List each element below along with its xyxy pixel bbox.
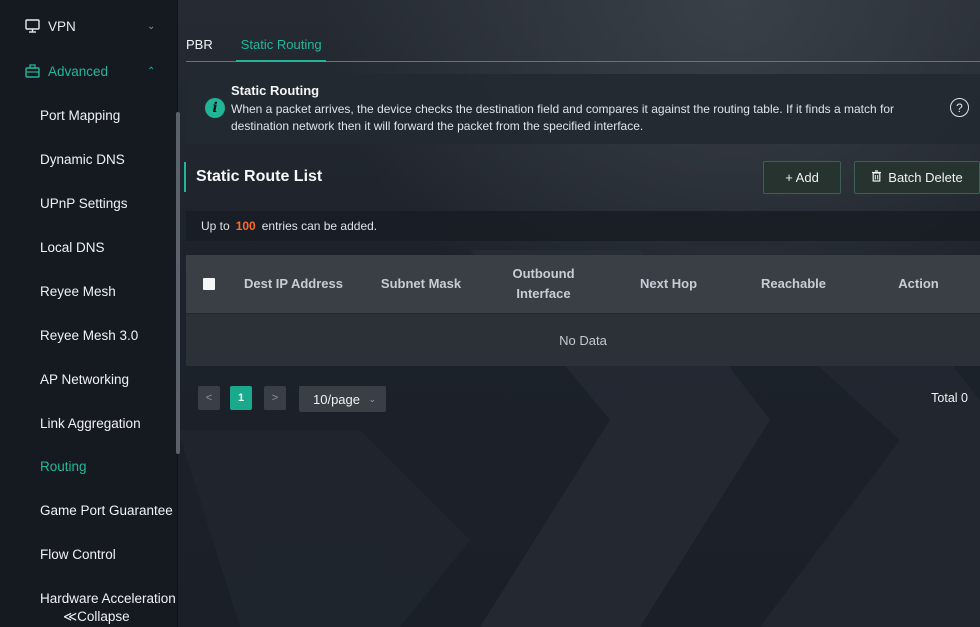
- chevron-down-icon: ⌄: [147, 20, 156, 32]
- sidebar-item-routing[interactable]: Routing: [40, 459, 175, 474]
- table-header: Dest IP Address Subnet Mask Outbound Int…: [186, 255, 980, 313]
- monitor-icon: [24, 18, 40, 34]
- info-title: Static Routing: [231, 83, 320, 98]
- column-dest-ip: Dest IP Address: [244, 276, 343, 291]
- add-button[interactable]: + Add: [763, 161, 841, 194]
- sidebar-item-hardware-acceleration[interactable]: Hardware Acceleration: [40, 591, 176, 606]
- sidebar-item-port-mapping[interactable]: Port Mapping: [40, 108, 175, 123]
- tab-pbr[interactable]: PBR: [186, 37, 213, 60]
- help-icon[interactable]: ?: [950, 98, 969, 117]
- sidebar-item-game-port-guarantee[interactable]: Game Port Guarantee: [40, 503, 175, 518]
- sidebar-item-upnp-settings[interactable]: UPnP Settings: [40, 196, 175, 211]
- briefcase-icon: [24, 63, 40, 79]
- sidebar-group-advanced[interactable]: Advanced ⌃: [0, 63, 178, 79]
- sidebar-item-ap-networking[interactable]: AP Networking: [40, 372, 175, 387]
- batch-delete-button[interactable]: Batch Delete: [854, 161, 980, 194]
- prev-page-button[interactable]: <: [198, 386, 220, 410]
- sidebar-item-local-dns[interactable]: Local DNS: [40, 240, 175, 255]
- sidebar-group-advanced-label: Advanced: [48, 63, 109, 79]
- table-empty-row: No Data: [186, 313, 980, 366]
- chevron-down-icon: ⌄: [368, 393, 376, 404]
- sidebar-group-vpn[interactable]: VPN ⌄: [0, 18, 178, 34]
- tab-static-routing[interactable]: Static Routing: [241, 37, 322, 60]
- next-page-button[interactable]: >: [264, 386, 286, 410]
- column-subnet-mask: Subnet Mask: [380, 276, 462, 291]
- list-header: Static Route List + Add Batch Delete: [184, 160, 980, 194]
- page-1-button[interactable]: 1: [230, 386, 252, 410]
- main-content: PBR Static Routing i Static Routing When…: [178, 0, 980, 627]
- info-panel: i Static Routing When a packet arrives, …: [186, 74, 980, 144]
- limit-prefix: Up to: [201, 219, 230, 233]
- pagination: < 1 > 10/page ⌄ Total 0: [186, 386, 980, 412]
- select-all-checkbox[interactable]: [203, 278, 215, 290]
- column-action: Action: [898, 276, 939, 291]
- column-reachable: Reachable: [760, 276, 827, 291]
- tab-bar: PBR Static Routing: [186, 37, 350, 60]
- sidebar-item-reyee-mesh-3[interactable]: Reyee Mesh 3.0: [40, 328, 175, 343]
- static-route-table: Dest IP Address Subnet Mask Outbound Int…: [186, 255, 980, 366]
- limit-suffix: entries can be added.: [261, 219, 378, 233]
- info-icon: i: [205, 98, 225, 118]
- empty-text: No Data: [559, 332, 607, 348]
- page-size-value: 10/page: [313, 391, 360, 407]
- sidebar-group-vpn-label: VPN: [48, 18, 76, 34]
- chevron-up-icon: ⌃: [147, 65, 156, 77]
- sidebar-item-link-aggregation[interactable]: Link Aggregation: [40, 416, 175, 431]
- active-tab-indicator: [236, 60, 326, 62]
- info-text: When a packet arrives, the device checks…: [231, 102, 895, 133]
- batch-delete-label: Batch Delete: [888, 170, 963, 185]
- column-outbound-interface: Outbound Interface: [512, 266, 575, 301]
- limit-count: 100: [235, 219, 256, 233]
- sidebar-item-reyee-mesh[interactable]: Reyee Mesh: [40, 284, 175, 299]
- sidebar-item-dynamic-dns[interactable]: Dynamic DNS: [40, 152, 175, 167]
- title-accent-bar: [184, 162, 186, 192]
- collapse-button[interactable]: ≪Collapse: [63, 609, 130, 625]
- sidebar-item-flow-control[interactable]: Flow Control: [40, 547, 175, 562]
- list-title: Static Route List: [196, 168, 323, 185]
- page-size-select[interactable]: 10/page ⌄: [299, 386, 386, 412]
- column-next-hop: Next Hop: [639, 276, 698, 291]
- entry-limit-notice: Up to 100 entries can be added.: [186, 211, 980, 241]
- trash-icon: [871, 170, 882, 185]
- sidebar: VPN ⌄ Advanced ⌃ Port Mapping Dynamic DN…: [0, 0, 180, 627]
- add-button-label: + Add: [785, 170, 819, 185]
- total-count: Total 0: [931, 391, 968, 405]
